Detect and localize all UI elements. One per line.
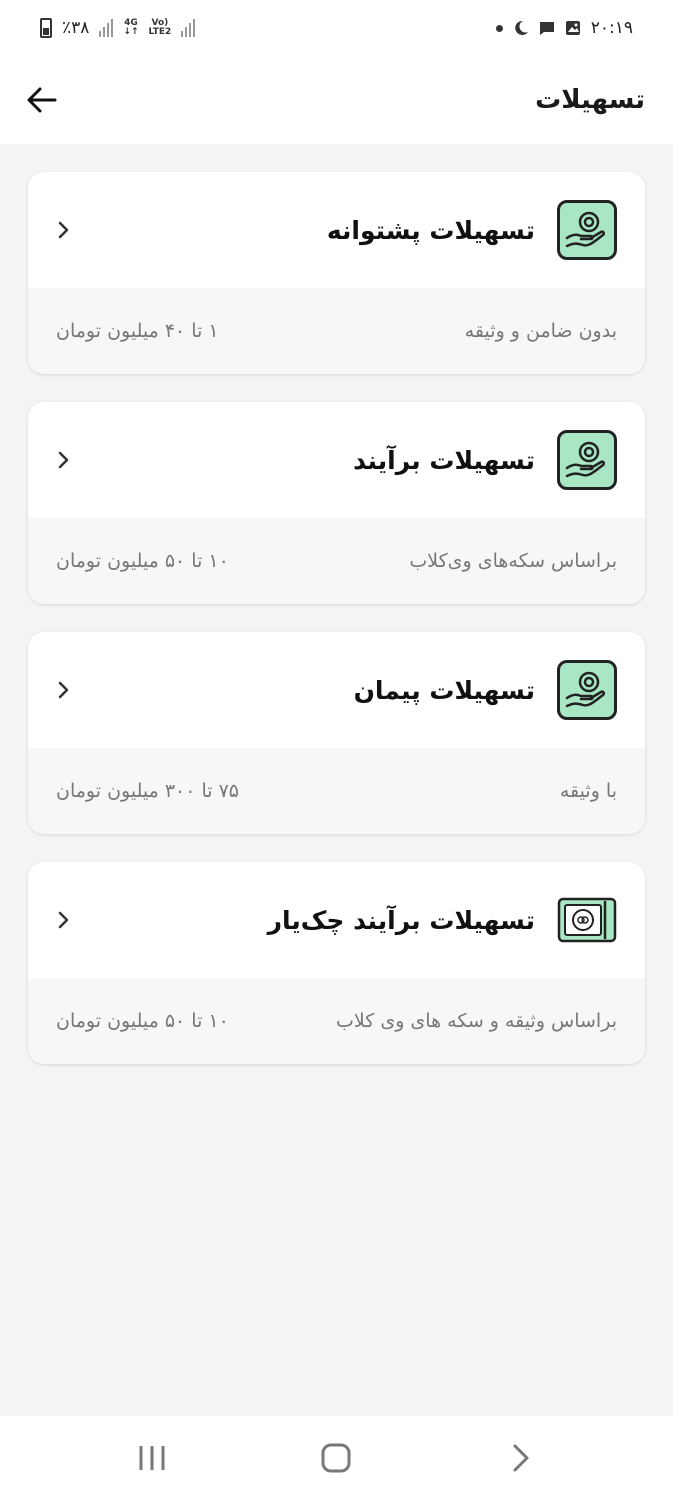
chevron-right-icon <box>52 448 76 472</box>
network-4g-icon: 4G ↓↑ <box>123 18 139 37</box>
card-range: ۱ تا ۴۰ میلیون تومان <box>56 320 219 342</box>
facility-card-peyman[interactable]: تسهیلات پیمان ۷۵ تا ۳۰۰ میلیون تومان با … <box>28 632 645 834</box>
clock: ۲۰:۱۹ <box>590 18 633 38</box>
battery-icon <box>40 18 52 38</box>
card-details: ۷۵ تا ۳۰۰ میلیون تومان با وثیقه <box>28 748 645 834</box>
hand-coin-icon <box>557 660 617 720</box>
back-nav-button[interactable] <box>491 1428 551 1488</box>
status-bar: ٪۳۸ 4G ↓↑ Vo) LTE2 ۲۰:۱۹ <box>0 0 673 56</box>
status-left: ٪۳۸ 4G ↓↑ Vo) LTE2 <box>40 18 196 38</box>
image-icon <box>565 21 580 35</box>
page-title: تسهیلات <box>535 85 645 115</box>
arrow-left-icon <box>27 87 57 113</box>
chevron-right-icon <box>513 1444 529 1472</box>
card-header: تسهیلات برآیند <box>28 402 645 518</box>
cheque-icon <box>557 890 617 950</box>
moon-icon <box>515 20 528 35</box>
card-title: تسهیلات پیمان <box>353 675 535 705</box>
facility-card-barayand-chekyar[interactable]: تسهیلات برآیند چک‌یار ۱۰ تا ۵۰ میلیون تو… <box>28 862 645 1064</box>
notification-dot-icon <box>495 24 503 32</box>
chevron-right-icon <box>52 908 76 932</box>
facility-card-barayand[interactable]: تسهیلات برآیند ۱۰ تا ۵۰ میلیون تومان برا… <box>28 402 645 604</box>
card-header: تسهیلات برآیند چک‌یار <box>28 862 645 978</box>
home-icon <box>321 1443 351 1473</box>
card-range: ۷۵ تا ۳۰۰ میلیون تومان <box>56 780 240 802</box>
card-subtitle: با وثیقه <box>559 780 617 802</box>
facility-card-poshtvaneh[interactable]: تسهیلات پشتوانه ۱ تا ۴۰ میلیون تومان بدو… <box>28 172 645 374</box>
network-lte-icon: Vo) LTE2 <box>148 18 172 37</box>
system-nav-bar <box>0 1416 673 1500</box>
recent-apps-icon <box>139 1446 165 1470</box>
card-range: ۱۰ تا ۵۰ میلیون تومان <box>56 550 229 572</box>
card-subtitle: براساس وثیقه و سکه های وی کلاب <box>336 1010 617 1032</box>
facilities-list: تسهیلات پشتوانه ۱ تا ۴۰ میلیون تومان بدو… <box>28 172 645 1092</box>
app-bar: تسهیلات <box>0 56 673 144</box>
signal-icon <box>99 19 114 37</box>
signal-2-icon <box>181 19 196 37</box>
card-title: تسهیلات پشتوانه <box>326 215 535 245</box>
recent-apps-button[interactable] <box>122 1428 182 1488</box>
card-heading: تسهیلات برآیند چک‌یار <box>268 890 617 950</box>
card-title: تسهیلات برآیند <box>353 445 535 475</box>
chevron-right-icon <box>52 218 76 242</box>
card-title: تسهیلات برآیند چک‌یار <box>267 905 535 935</box>
card-header: تسهیلات پشتوانه <box>28 172 645 288</box>
card-heading: تسهیلات پیمان <box>354 660 617 720</box>
card-subtitle: بدون ضامن و وثیقه <box>464 320 617 342</box>
card-details: ۱۰ تا ۵۰ میلیون تومان براساس سکه‌های وی‌… <box>28 518 645 604</box>
message-icon <box>539 22 554 35</box>
card-heading: تسهیلات برآیند <box>353 430 617 490</box>
status-right: ۲۰:۱۹ <box>495 18 633 38</box>
battery-level: ٪۳۸ <box>62 18 90 38</box>
card-details: ۱ تا ۴۰ میلیون تومان بدون ضامن و وثیقه <box>28 288 645 374</box>
chevron-right-icon <box>52 678 76 702</box>
card-details: ۱۰ تا ۵۰ میلیون تومان براساس وثیقه و سکه… <box>28 978 645 1064</box>
card-range: ۱۰ تا ۵۰ میلیون تومان <box>56 1010 229 1032</box>
hand-coin-icon <box>557 200 617 260</box>
card-subtitle: براساس سکه‌های وی‌کلاب <box>409 550 617 572</box>
back-button[interactable] <box>24 82 60 118</box>
home-button[interactable] <box>306 1428 366 1488</box>
card-heading: تسهیلات پشتوانه <box>327 200 617 260</box>
hand-coin-icon <box>557 430 617 490</box>
card-header: تسهیلات پیمان <box>28 632 645 748</box>
